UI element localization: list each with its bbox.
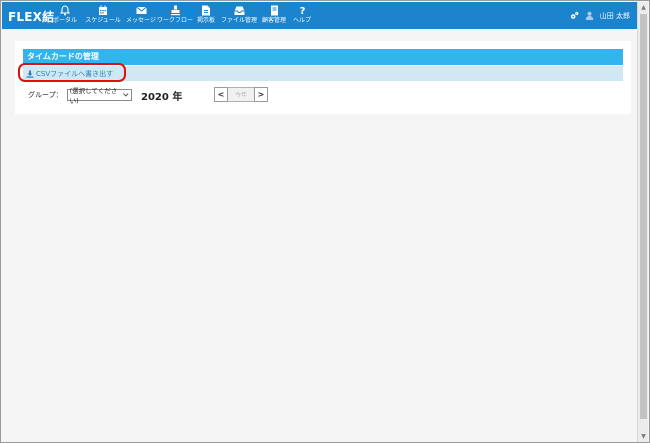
board-icon: [202, 5, 210, 16]
scroll-up-arrow-icon[interactable]: ▲: [638, 2, 649, 13]
bell-icon: [60, 5, 70, 16]
book-icon: [270, 5, 278, 16]
app-logo[interactable]: FLEX結: [8, 8, 54, 25]
group-filter: グループ： (選択してください): [28, 87, 132, 105]
svg-text:?: ?: [299, 6, 305, 16]
nav-workflow[interactable]: ワークフロー: [157, 2, 194, 29]
app-window: FLEX結 ポータル スケジュール メッセージ ワークフロー 掲示板 ファイル管…: [0, 0, 650, 443]
nav-portal-label: ポータル: [52, 17, 77, 24]
calendar-icon: [99, 5, 107, 15]
user-area: 山田 太郎: [570, 2, 630, 29]
user-name[interactable]: 山田 太郎: [600, 11, 630, 21]
nav-customer-label: 顧客管理: [261, 17, 286, 24]
current-year-button: 今年: [228, 87, 254, 102]
year-display: 2020 年: [141, 92, 183, 103]
nav-workflow-label: ワークフロー: [157, 17, 194, 24]
envelope-icon: [135, 6, 147, 14]
prev-year-button[interactable]: <: [214, 87, 228, 102]
inbox-icon: [234, 6, 244, 15]
nav-file-label: ファイル管理: [221, 17, 258, 24]
nav-schedule[interactable]: スケジュール: [83, 2, 123, 29]
top-nav-bar: FLEX結 ポータル スケジュール メッセージ ワークフロー 掲示板 ファイル管…: [2, 2, 638, 29]
nav-help[interactable]: ? ヘルプ: [291, 2, 313, 29]
main-nav: ポータル スケジュール メッセージ ワークフロー 掲示板 ファイル管理 顧客管理…: [50, 2, 316, 29]
nav-board-label: 掲示板: [196, 17, 215, 24]
question-icon: ?: [299, 6, 305, 16]
year-pager: < 今年 >: [214, 87, 268, 102]
highlight-circle: [18, 63, 126, 82]
settings-icon[interactable]: [570, 11, 579, 20]
scroll-thumb[interactable]: [640, 14, 647, 419]
nav-help-label: ヘルプ: [292, 17, 311, 24]
scroll-down-arrow-icon[interactable]: ▼: [638, 431, 649, 442]
nav-message-label: メッセージ: [126, 17, 156, 24]
vertical-scrollbar[interactable]: ▲ ▼: [637, 2, 648, 442]
stamp-icon: [170, 5, 180, 16]
group-label: グループ：: [28, 91, 63, 99]
nav-file[interactable]: ファイル管理: [221, 2, 257, 29]
nav-message[interactable]: メッセージ: [126, 2, 156, 29]
chevron-down-icon: [123, 93, 129, 97]
nav-schedule-label: スケジュール: [85, 17, 121, 24]
user-icon[interactable]: [585, 11, 594, 20]
nav-board[interactable]: 掲示板: [194, 2, 218, 29]
timecard-panel: タイムカードの管理 CSVファイルへ書き出す グループ： (選択してください) …: [15, 41, 631, 114]
group-selected-value: (選択してください): [69, 87, 118, 105]
nav-customer[interactable]: 顧客管理: [260, 2, 288, 29]
next-year-button[interactable]: >: [254, 87, 268, 102]
nav-portal[interactable]: ポータル: [50, 2, 80, 29]
group-select[interactable]: (選択してください): [66, 87, 132, 105]
